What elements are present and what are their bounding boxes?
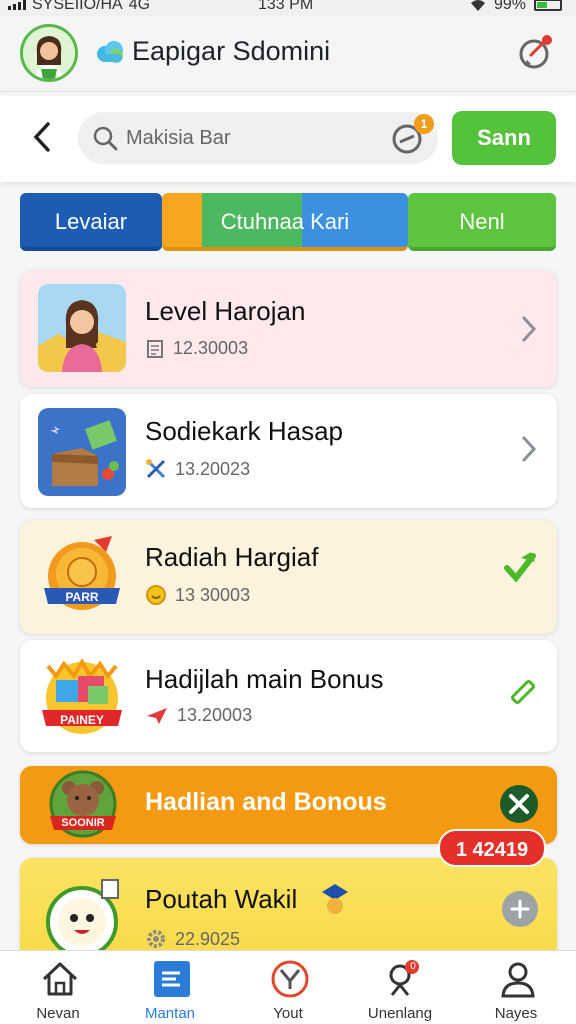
nav-item-mantan[interactable]: Mantan bbox=[120, 951, 220, 1024]
search-input[interactable] bbox=[126, 122, 376, 154]
gift-thumbnail: PAINEY bbox=[38, 652, 126, 740]
list-item[interactable]: PARR Radiah Hargiaf 13 30003 bbox=[20, 520, 557, 634]
plus-icon[interactable] bbox=[501, 890, 539, 928]
app-title: Eapigar Sdomini bbox=[132, 36, 331, 66]
battery-percent: 99% bbox=[493, 0, 526, 13]
nav-label: Nayes bbox=[494, 1005, 538, 1022]
nav-label: Nevan bbox=[36, 1005, 80, 1022]
wifi-icon bbox=[470, 0, 485, 11]
target-icon bbox=[271, 960, 309, 998]
nav-item-nayes[interactable]: Nayes bbox=[466, 951, 566, 1024]
box-thumbnail bbox=[38, 408, 126, 496]
thumb-label: PARR bbox=[65, 590, 99, 604]
nav-item-nevan[interactable]: Nevan bbox=[8, 951, 108, 1024]
list-item[interactable]: Sodiekark Hasap 13.20023 bbox=[20, 394, 557, 508]
document-icon bbox=[147, 339, 163, 358]
medal-thumbnail: PARR bbox=[38, 532, 126, 620]
item-meta: 13 30003 bbox=[145, 584, 250, 606]
coin-icon bbox=[146, 585, 166, 605]
network-label: 4G bbox=[128, 0, 151, 13]
nav-label: Yout bbox=[273, 1005, 303, 1022]
avatar[interactable] bbox=[20, 24, 78, 82]
app-header: Eapigar Sdomini bbox=[0, 16, 576, 92]
bottom-nav: Nevan Mantan Yout 0 Unenlang Nayes bbox=[0, 950, 576, 1024]
item-title: Hadijlah main Bonus bbox=[145, 664, 384, 694]
item-title: Poutah Wakil bbox=[145, 884, 298, 914]
item-title: Level Harojan bbox=[145, 296, 306, 326]
item-meta: 22.9025 bbox=[145, 928, 240, 950]
thumb-label: PAINEY bbox=[60, 713, 104, 727]
nav-label: Unenlang bbox=[367, 1005, 433, 1022]
list-icon bbox=[154, 961, 190, 997]
chevron-right-icon[interactable] bbox=[519, 314, 539, 344]
item-value: 12.30003 bbox=[173, 338, 249, 358]
tab-bar: Levaiar Ctuhnaa Kari Nenl bbox=[20, 193, 556, 253]
pencil-icon[interactable] bbox=[505, 674, 539, 708]
item-value: 13.20003 bbox=[177, 704, 253, 725]
airplane-icon bbox=[147, 708, 167, 724]
cloud-logo-icon bbox=[97, 41, 123, 63]
thumb-label: SOONIR bbox=[61, 817, 105, 829]
tools-icon bbox=[146, 459, 166, 479]
singer-thumbnail bbox=[38, 284, 126, 372]
status-bar: SYSEIIO/HA 4G 133 PM 99% bbox=[0, 0, 576, 16]
item-title: Sodiekark Hasap bbox=[145, 416, 343, 446]
nav-item-unenlang[interactable]: 0 Unenlang bbox=[350, 951, 450, 1024]
nav-item-yout[interactable]: Yout bbox=[238, 951, 338, 1024]
profile-icon bbox=[501, 962, 535, 998]
medal-icon bbox=[44, 536, 120, 610]
nav-label: Mantan bbox=[144, 1005, 196, 1022]
list-item[interactable]: PAINEY Hadijlah main Bonus 13.20003 bbox=[20, 640, 557, 752]
search-row: 1 Sann bbox=[0, 96, 576, 182]
tab-ctuhnaa-kari[interactable]: Ctuhnaa Kari bbox=[162, 193, 408, 251]
home-icon bbox=[42, 962, 78, 996]
clock: 133 PM bbox=[258, 0, 314, 13]
item-value: 13 30003 bbox=[175, 584, 251, 605]
item-value: 13.20023 bbox=[175, 458, 251, 479]
carrier-label: SYSEIIO/HA bbox=[32, 0, 123, 13]
message-icon[interactable] bbox=[518, 34, 554, 70]
battery-icon bbox=[534, 0, 562, 11]
points-badge: 1 42419 bbox=[438, 829, 546, 867]
nav-badge: 0 bbox=[410, 961, 416, 972]
back-arrow-icon[interactable] bbox=[28, 120, 56, 154]
gear-icon bbox=[147, 930, 165, 948]
search-icon bbox=[93, 126, 118, 151]
scan-button[interactable]: Sann bbox=[452, 111, 556, 165]
tab-levaiar[interactable]: Levaiar bbox=[20, 193, 162, 251]
search-box[interactable]: 1 bbox=[78, 112, 438, 164]
item-title: Radiah Hargiaf bbox=[145, 542, 319, 572]
chevron-right-icon[interactable] bbox=[519, 434, 539, 464]
check-badge-icon[interactable] bbox=[501, 548, 539, 586]
item-meta: 13.20003 bbox=[145, 704, 252, 726]
graduation-icon bbox=[322, 884, 348, 914]
tab-nenl[interactable]: Nenl bbox=[408, 193, 556, 251]
list-item[interactable]: Level Harojan 12.30003 bbox=[20, 270, 557, 387]
bear-thumbnail: SOONIR bbox=[44, 768, 122, 842]
avatar-image bbox=[23, 27, 75, 79]
item-meta: 12.30003 bbox=[145, 338, 248, 359]
close-icon[interactable] bbox=[499, 784, 539, 824]
item-value: 22.9025 bbox=[175, 928, 241, 949]
filter-badge: 1 bbox=[414, 114, 434, 134]
item-title: Hadlian and Bonous bbox=[145, 788, 387, 816]
signal-icon bbox=[8, 0, 26, 10]
bear-icon bbox=[49, 770, 117, 838]
item-meta: 13.20023 bbox=[145, 458, 250, 480]
mascot-thumbnail bbox=[46, 879, 119, 958]
